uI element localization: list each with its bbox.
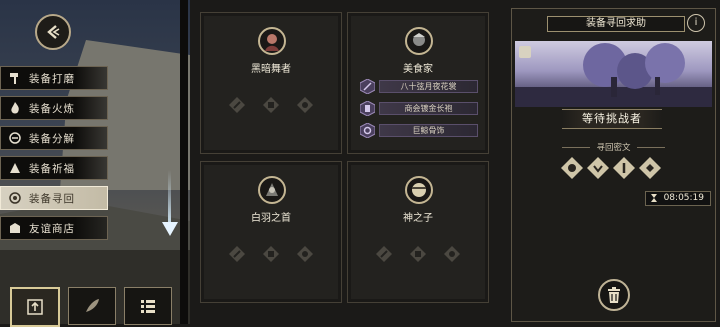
hero-name: 神之子	[403, 213, 433, 224]
accessory-slot-icon[interactable]	[297, 97, 313, 113]
hero-card[interactable]: 美食家 八十弦月夜花裳 商会镀金长袍 巨鲸骨饰	[347, 12, 489, 154]
menu-item-polish[interactable]: 装备打磨	[0, 66, 108, 90]
delete-button[interactable]	[598, 279, 630, 311]
challenge-scene-image	[515, 41, 712, 107]
hero-avatar	[405, 176, 433, 204]
hourglass-icon	[650, 194, 657, 202]
list-button[interactable]	[124, 287, 172, 325]
menu-item-label: 装备打磨	[29, 72, 75, 85]
retrieve-help-panel: 装备寻回求助 i 等待挑战者 寻回密文 08:05:19	[511, 8, 716, 322]
hero-avatar	[258, 27, 286, 55]
menu-item-fire[interactable]: 装备火炼	[0, 96, 108, 120]
recovered-items: 八十弦月夜花裳 商会镀金长袍 巨鲸骨饰	[360, 79, 478, 145]
armor-hex-icon	[360, 101, 375, 116]
dancer-portrait-icon	[265, 34, 279, 51]
menu-item-retrieve[interactable]: 装备寻回	[0, 186, 108, 210]
menu-item-bless[interactable]: 装备祈福	[0, 156, 108, 180]
cipher-glyph-icon[interactable]	[613, 157, 635, 179]
decompose-icon	[1, 132, 29, 144]
bless-icon	[1, 162, 29, 174]
equipment-slots	[229, 246, 313, 262]
cipher-label: 寻回密文	[512, 141, 715, 153]
feather-button[interactable]	[68, 287, 116, 325]
menu-item-label: 装备火炼	[29, 102, 75, 115]
status-banner: 等待挑战者	[562, 109, 662, 129]
cipher-glyph-icon[interactable]	[639, 157, 661, 179]
list-item[interactable]: 巨鲸骨饰	[360, 123, 478, 138]
back-button[interactable]	[35, 14, 71, 50]
info-button[interactable]: i	[687, 14, 705, 32]
bottom-toolbar	[10, 287, 172, 327]
accessory-slot-icon[interactable]	[297, 246, 313, 262]
scene-badge-icon	[519, 46, 531, 58]
countdown-timer: 08:05:19	[644, 191, 711, 206]
hero-avatar	[258, 176, 286, 204]
hero-card[interactable]: 白羽之首	[200, 161, 342, 303]
list-icon	[141, 300, 155, 313]
menu-item-label: 装备分解	[29, 132, 75, 145]
beam-arrow-icon	[162, 222, 178, 236]
accessory-hex-icon	[360, 123, 375, 138]
armor-slot-icon[interactable]	[263, 246, 279, 262]
cipher-glyphs	[561, 157, 661, 179]
weapon-hex-icon	[360, 79, 375, 94]
light-beam	[168, 170, 171, 230]
flame-icon	[1, 102, 29, 114]
godchild-portrait-icon	[412, 183, 426, 197]
forge-menu: 装备打磨 装备火炼 装备分解 装备祈福 装备寻回 友谊商店	[0, 66, 108, 246]
item-name: 八十弦月夜花裳	[379, 80, 478, 93]
tree-landscape-icon	[515, 43, 712, 107]
armor-slot-icon[interactable]	[263, 97, 279, 113]
whitefeather-portrait-icon	[266, 183, 278, 196]
weapon-slot-icon[interactable]	[229, 246, 245, 262]
equipment-slots	[229, 97, 313, 113]
cipher-glyph-icon[interactable]	[561, 157, 583, 179]
menu-item-shop[interactable]: 友谊商店	[0, 216, 108, 240]
list-item[interactable]: 商会镀金长袍	[360, 101, 478, 116]
weapon-slot-icon[interactable]	[376, 246, 392, 262]
shop-icon	[1, 222, 29, 234]
retrieve-icon	[1, 192, 29, 204]
feather-icon	[86, 299, 99, 312]
trash-icon	[608, 287, 620, 303]
hammer-icon	[1, 72, 29, 84]
hero-card[interactable]: 黑暗舞者	[200, 12, 342, 154]
menu-item-label: 装备寻回	[29, 192, 75, 205]
hero-avatar	[405, 27, 433, 55]
equipment-slots	[376, 246, 460, 262]
hero-card[interactable]: 神之子	[347, 161, 489, 303]
list-item[interactable]: 八十弦月夜花裳	[360, 79, 478, 94]
timer-value: 08:05:19	[663, 193, 704, 203]
panel-title: 装备寻回求助	[547, 16, 685, 32]
item-name: 巨鲸骨饰	[379, 124, 478, 137]
hero-name: 美食家	[403, 64, 433, 75]
gourmet-portrait-icon	[413, 33, 425, 46]
armor-slot-icon[interactable]	[410, 246, 426, 262]
accessory-slot-icon[interactable]	[444, 246, 460, 262]
upload-icon	[27, 299, 43, 315]
back-arrow-icon	[47, 25, 60, 39]
menu-item-label: 装备祈福	[29, 162, 75, 175]
item-name: 商会镀金长袍	[379, 102, 478, 115]
hero-name: 黑暗舞者	[251, 64, 291, 75]
upload-button[interactable]	[10, 287, 60, 327]
weapon-slot-icon[interactable]	[229, 97, 245, 113]
hero-name: 白羽之首	[251, 213, 291, 224]
cipher-glyph-icon[interactable]	[587, 157, 609, 179]
scene-divider	[180, 0, 188, 324]
menu-item-decompose[interactable]: 装备分解	[0, 126, 108, 150]
menu-item-label: 友谊商店	[29, 222, 75, 235]
